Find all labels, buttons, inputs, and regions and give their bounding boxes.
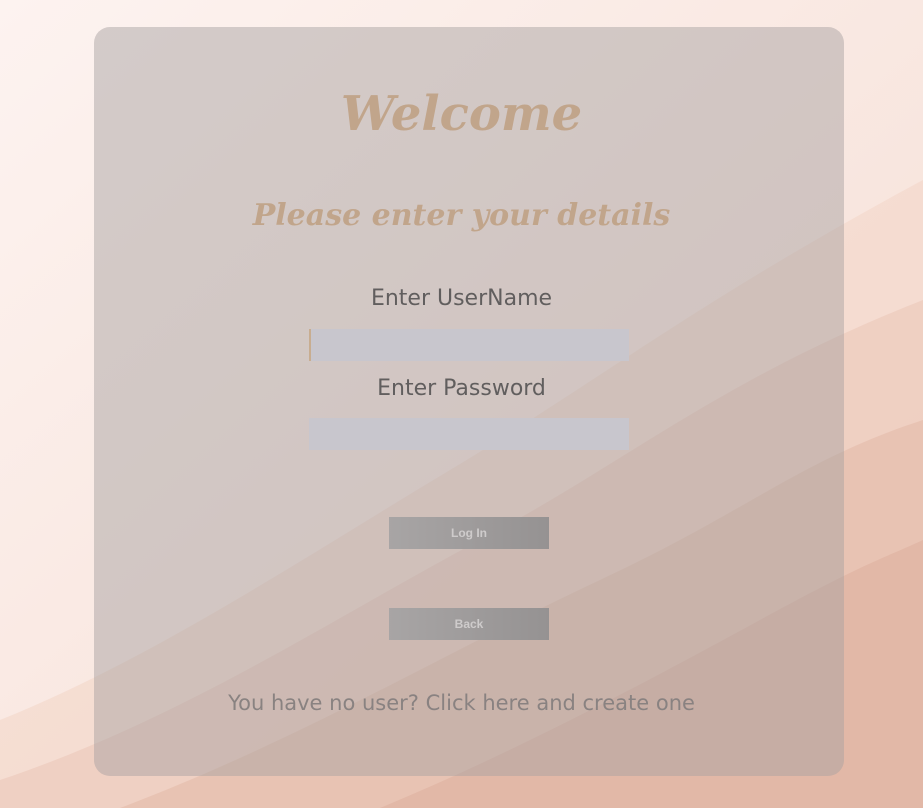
login-card — [94, 27, 844, 776]
